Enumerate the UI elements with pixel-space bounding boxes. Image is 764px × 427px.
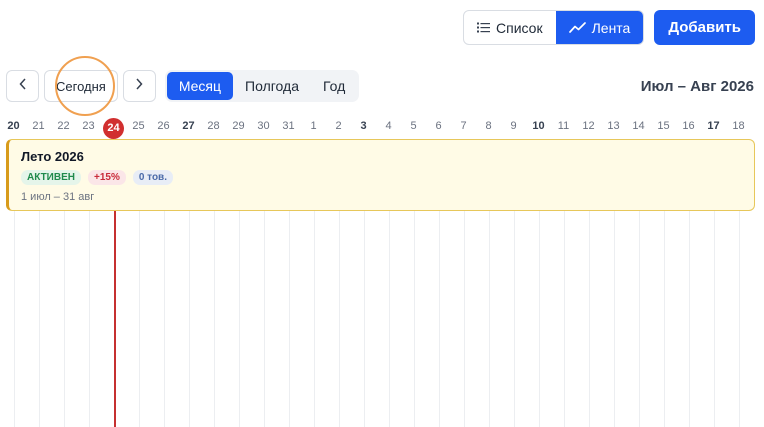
list-view-button[interactable]: Список [464, 11, 556, 44]
day-label: 27 [182, 120, 195, 132]
date-navigation: Сегодня Месяц Полгода Год [6, 56, 360, 116]
grid-line [389, 209, 390, 427]
grid-line [139, 209, 140, 427]
day-label: 20 [7, 120, 20, 132]
grid-line [164, 209, 165, 427]
grid-line [89, 209, 90, 427]
day-label: 24 [101, 118, 126, 139]
day-label: 26 [157, 120, 170, 132]
list-icon [477, 22, 490, 33]
timeline: 20 21 22 23 24 25 26 27 28 29 30 31 1 2 3 4 5 6 7 8 9 10 11 12 1… [0, 117, 764, 427]
day-label: 13 [607, 120, 620, 132]
count-badge: 0 тов. [132, 170, 173, 185]
chevron-right-icon [135, 77, 143, 95]
grid-line [489, 209, 490, 427]
day-header: 20 21 22 23 24 25 26 27 28 29 30 31 1 2 3 4 5 6 7 8 9 10 11 12 1… [0, 117, 764, 139]
add-button[interactable]: Добавить [654, 10, 755, 45]
grid-line [289, 209, 290, 427]
scale-year-button[interactable]: Год [311, 72, 357, 100]
day-label: 9 [510, 120, 517, 132]
day-label: 29 [232, 120, 245, 132]
day-label: 17 [707, 120, 720, 132]
grid-line [739, 209, 740, 427]
day-label: 14 [632, 120, 645, 132]
event-title: Лето 2026 [21, 149, 84, 164]
grid-line [539, 209, 540, 427]
grid-line [614, 209, 615, 427]
day-label: 4 [385, 120, 392, 132]
day-label: 8 [485, 120, 492, 132]
day-label: 3 [360, 120, 367, 132]
grid-line [439, 209, 440, 427]
status-badge: АКТИВЕН [21, 170, 81, 185]
grid-line [639, 209, 640, 427]
list-view-label: Список [496, 19, 543, 36]
day-label: 22 [57, 120, 70, 132]
grid-line [364, 209, 365, 427]
trend-line-icon [568, 22, 586, 33]
day-label: 18 [732, 120, 745, 132]
grid-line [664, 209, 665, 427]
grid-line [564, 209, 565, 427]
event-dates: 1 июл – 31 авг [21, 191, 95, 203]
day-label: 1 [310, 120, 317, 132]
grid-line [189, 209, 190, 427]
grid-line [414, 209, 415, 427]
day-label: 7 [460, 120, 467, 132]
grid-line [514, 209, 515, 427]
day-label: 23 [82, 120, 95, 132]
day-label: 31 [282, 120, 295, 132]
date-range-label: Июл – Авг 2026 [640, 78, 754, 95]
feed-view-label: Лента [591, 19, 631, 36]
grid-line [39, 209, 40, 427]
today-button[interactable]: Сегодня [44, 70, 118, 102]
scale-half-year-button[interactable]: Полгода [233, 72, 311, 100]
event-card[interactable]: Лето 2026 АКТИВЕН +15% 0 тов. 1 июл – 31… [6, 139, 755, 211]
grid-line [314, 209, 315, 427]
scale-month-button[interactable]: Месяц [166, 72, 234, 100]
grid-line [239, 209, 240, 427]
day-label: 15 [657, 120, 670, 132]
grid-line [264, 209, 265, 427]
previous-button[interactable] [6, 70, 39, 102]
day-label: 25 [132, 120, 145, 132]
day-label: 30 [257, 120, 270, 132]
grid-line [689, 209, 690, 427]
grid-line [64, 209, 65, 427]
view-toggle: Список Лента [463, 10, 645, 45]
top-toolbar: Список Лента Добавить [463, 10, 755, 45]
day-label: 21 [32, 120, 45, 132]
percent-badge: +15% [87, 170, 126, 185]
feed-view-button[interactable]: Лента [555, 11, 644, 44]
scale-selector: Месяц Полгода Год [164, 70, 360, 102]
day-label: 16 [682, 120, 695, 132]
day-label: 6 [435, 120, 442, 132]
today-day-badge: 24 [103, 118, 124, 139]
next-button[interactable] [122, 70, 156, 102]
event-badges: АКТИВЕН +15% 0 тов. [21, 170, 742, 185]
day-label: 2 [335, 120, 342, 132]
grid-line [464, 209, 465, 427]
day-label: 12 [582, 120, 595, 132]
chevron-left-icon [18, 77, 27, 95]
day-label: 5 [410, 120, 417, 132]
day-label: 10 [532, 120, 545, 132]
grid-line [589, 209, 590, 427]
day-label: 11 [557, 120, 570, 132]
grid-line [214, 209, 215, 427]
grid-line [14, 209, 15, 427]
day-label: 28 [207, 120, 220, 132]
grid-line [339, 209, 340, 427]
grid-line [714, 209, 715, 427]
